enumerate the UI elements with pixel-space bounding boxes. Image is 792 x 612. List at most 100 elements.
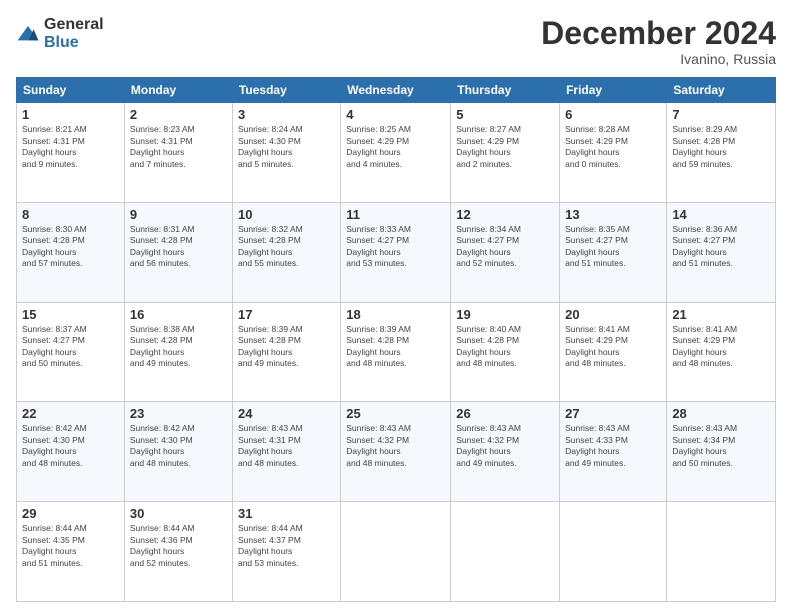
day-info: Sunrise: 8:31 AMSunset: 4:28 PMDaylight … [130, 224, 195, 268]
day-number: 29 [22, 506, 119, 521]
table-row: 16 Sunrise: 8:38 AMSunset: 4:28 PMDayligh… [124, 302, 232, 402]
logo: General Blue [16, 16, 104, 52]
location: Ivanino, Russia [541, 51, 776, 67]
col-friday: Friday [560, 78, 667, 103]
table-row: 23 Sunrise: 8:42 AMSunset: 4:30 PMDayligh… [124, 402, 232, 502]
day-info: Sunrise: 8:40 AMSunset: 4:28 PMDaylight … [456, 324, 521, 368]
table-row: 10 Sunrise: 8:32 AMSunset: 4:28 PMDayligh… [232, 202, 340, 302]
table-row: 28Sunrise: 8:43 AMSunset: 4:34 PMDayligh… [667, 402, 776, 502]
day-info: Sunrise: 8:44 AMSunset: 4:36 PMDaylight … [130, 523, 195, 567]
empty-cell [560, 502, 667, 602]
col-sunday: Sunday [17, 78, 125, 103]
table-row: 4 Sunrise: 8:25 AMSunset: 4:29 PMDaylight… [341, 103, 451, 203]
day-number: 9 [130, 207, 227, 222]
day-number: 17 [238, 307, 335, 322]
table-row: 5 Sunrise: 8:27 AMSunset: 4:29 PMDaylight… [451, 103, 560, 203]
table-row: 29Sunrise: 8:44 AMSunset: 4:35 PMDayligh… [17, 502, 125, 602]
title-block: December 2024 Ivanino, Russia [541, 16, 776, 67]
table-row: 27 Sunrise: 8:43 AMSunset: 4:33 PMDayligh… [560, 402, 667, 502]
col-tuesday: Tuesday [232, 78, 340, 103]
calendar-week-row: 15Sunrise: 8:37 AMSunset: 4:27 PMDayligh… [17, 302, 776, 402]
calendar: Sunday Monday Tuesday Wednesday Thursday… [16, 77, 776, 602]
day-number: 3 [238, 107, 335, 122]
table-row: 21 Sunrise: 8:41 AMSunset: 4:29 PMDayligh… [667, 302, 776, 402]
calendar-header-row: Sunday Monday Tuesday Wednesday Thursday… [17, 78, 776, 103]
day-number: 13 [565, 207, 661, 222]
table-row: 20 Sunrise: 8:41 AMSunset: 4:29 PMDayligh… [560, 302, 667, 402]
day-info: Sunrise: 8:39 AMSunset: 4:28 PMDaylight … [238, 324, 303, 368]
table-row: 15Sunrise: 8:37 AMSunset: 4:27 PMDayligh… [17, 302, 125, 402]
day-info: Sunrise: 8:43 AMSunset: 4:33 PMDaylight … [565, 423, 630, 467]
day-info: Sunrise: 8:38 AMSunset: 4:28 PMDaylight … [130, 324, 195, 368]
day-number: 7 [672, 107, 770, 122]
table-row: 11Sunrise: 8:33 AMSunset: 4:27 PMDayligh… [341, 202, 451, 302]
table-row: 26 Sunrise: 8:43 AMSunset: 4:32 PMDayligh… [451, 402, 560, 502]
page: General Blue December 2024 Ivanino, Russ… [0, 0, 792, 612]
day-number: 31 [238, 506, 335, 521]
day-info: Sunrise: 8:43 AMSunset: 4:32 PMDaylight … [346, 423, 411, 467]
day-info: Sunrise: 8:35 AMSunset: 4:27 PMDaylight … [565, 224, 630, 268]
col-wednesday: Wednesday [341, 78, 451, 103]
day-info: Sunrise: 8:42 AMSunset: 4:30 PMDaylight … [130, 423, 195, 467]
table-row: 7 Sunrise: 8:29 AMSunset: 4:28 PMDaylight… [667, 103, 776, 203]
day-info: Sunrise: 8:39 AMSunset: 4:28 PMDaylight … [346, 324, 411, 368]
logo-general: General [44, 16, 104, 33]
day-info: Sunrise: 8:43 AMSunset: 4:32 PMDaylight … [456, 423, 521, 467]
day-number: 10 [238, 207, 335, 222]
day-info: Sunrise: 8:33 AMSunset: 4:27 PMDaylight … [346, 224, 411, 268]
day-number: 21 [672, 307, 770, 322]
day-number: 16 [130, 307, 227, 322]
day-info: Sunrise: 8:21 AMSunset: 4:31 PMDaylight … [22, 124, 87, 168]
logo-icon [16, 24, 40, 44]
day-info: Sunrise: 8:30 AMSunset: 4:28 PMDaylight … [22, 224, 87, 268]
col-saturday: Saturday [667, 78, 776, 103]
day-number: 24 [238, 406, 335, 421]
table-row: 9 Sunrise: 8:31 AMSunset: 4:28 PMDaylight… [124, 202, 232, 302]
day-number: 18 [346, 307, 445, 322]
day-info: Sunrise: 8:42 AMSunset: 4:30 PMDaylight … [22, 423, 87, 467]
logo-blue: Blue [44, 34, 79, 51]
table-row: 24 Sunrise: 8:43 AMSunset: 4:31 PMDayligh… [232, 402, 340, 502]
day-number: 14 [672, 207, 770, 222]
day-info: Sunrise: 8:41 AMSunset: 4:29 PMDaylight … [672, 324, 737, 368]
day-info: Sunrise: 8:23 AMSunset: 4:31 PMDaylight … [130, 124, 195, 168]
table-row: 25 Sunrise: 8:43 AMSunset: 4:32 PMDayligh… [341, 402, 451, 502]
day-info: Sunrise: 8:43 AMSunset: 4:31 PMDaylight … [238, 423, 303, 467]
empty-cell [451, 502, 560, 602]
table-row: 8 Sunrise: 8:30 AMSunset: 4:28 PMDaylight… [17, 202, 125, 302]
day-info: Sunrise: 8:34 AMSunset: 4:27 PMDaylight … [456, 224, 521, 268]
table-row: 1 Sunrise: 8:21 AMSunset: 4:31 PMDaylight… [17, 103, 125, 203]
day-info: Sunrise: 8:25 AMSunset: 4:29 PMDaylight … [346, 124, 411, 168]
day-number: 5 [456, 107, 554, 122]
day-number: 27 [565, 406, 661, 421]
day-number: 23 [130, 406, 227, 421]
header: General Blue December 2024 Ivanino, Russ… [16, 16, 776, 67]
day-info: Sunrise: 8:28 AMSunset: 4:29 PMDaylight … [565, 124, 630, 168]
day-number: 25 [346, 406, 445, 421]
day-info: Sunrise: 8:29 AMSunset: 4:28 PMDaylight … [672, 124, 737, 168]
day-info: Sunrise: 8:27 AMSunset: 4:29 PMDaylight … [456, 124, 521, 168]
day-info: Sunrise: 8:24 AMSunset: 4:30 PMDaylight … [238, 124, 303, 168]
day-number: 15 [22, 307, 119, 322]
day-info: Sunrise: 8:32 AMSunset: 4:28 PMDaylight … [238, 224, 303, 268]
col-thursday: Thursday [451, 78, 560, 103]
day-number: 20 [565, 307, 661, 322]
day-number: 8 [22, 207, 119, 222]
calendar-week-row: 29Sunrise: 8:44 AMSunset: 4:35 PMDayligh… [17, 502, 776, 602]
table-row: 22 Sunrise: 8:42 AMSunset: 4:30 PMDayligh… [17, 402, 125, 502]
table-row: 6Sunrise: 8:28 AMSunset: 4:29 PMDaylight… [560, 103, 667, 203]
logo-text: General Blue [44, 16, 104, 52]
table-row: 31 Sunrise: 8:44 AMSunset: 4:37 PMDayligh… [232, 502, 340, 602]
day-number: 26 [456, 406, 554, 421]
day-info: Sunrise: 8:44 AMSunset: 4:37 PMDaylight … [238, 523, 303, 567]
day-info: Sunrise: 8:41 AMSunset: 4:29 PMDaylight … [565, 324, 630, 368]
day-number: 2 [130, 107, 227, 122]
day-number: 1 [22, 107, 119, 122]
day-number: 19 [456, 307, 554, 322]
month-title: December 2024 [541, 16, 776, 51]
table-row: 12Sunrise: 8:34 AMSunset: 4:27 PMDayligh… [451, 202, 560, 302]
table-row: 13 Sunrise: 8:35 AMSunset: 4:27 PMDayligh… [560, 202, 667, 302]
calendar-week-row: 1 Sunrise: 8:21 AMSunset: 4:31 PMDaylight… [17, 103, 776, 203]
day-number: 4 [346, 107, 445, 122]
day-number: 22 [22, 406, 119, 421]
